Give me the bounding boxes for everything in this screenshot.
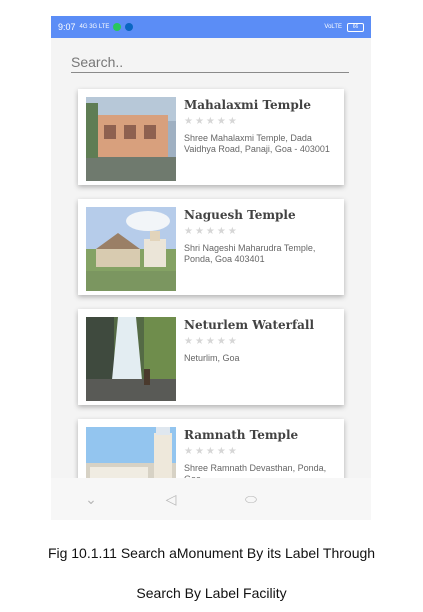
- search-input[interactable]: [71, 54, 349, 73]
- place-address: Neturlim, Goa: [184, 353, 240, 363]
- figure-caption-line-2: Search By Label Facility: [136, 585, 287, 601]
- rating-stars[interactable]: ★★★★★: [184, 336, 338, 347]
- back-icon[interactable]: ◁: [151, 491, 191, 508]
- place-name: Ramnath Temple: [184, 428, 299, 442]
- whatsapp-icon: [113, 23, 122, 31]
- home-icon[interactable]: ⬭: [231, 491, 271, 508]
- search-bar: [71, 54, 349, 73]
- volte-indicator: VoLTE: [324, 24, 342, 30]
- place-card-mahalaxmi[interactable]: Mahalaxmi Temple ★★★★★ Shree Mahalaxmi T…: [78, 89, 344, 185]
- place-address: Shree Mahalaxmi Temple, Dada Vaidhya Roa…: [184, 133, 330, 154]
- system-nav-bar: ⌄ ◁ ⬭: [51, 478, 371, 520]
- place-name: Mahalaxmi Temple: [184, 98, 311, 112]
- phone-screen: 9:07 4G 3G LTE VoLTE 66 Maha: [51, 16, 371, 520]
- figure-caption-line-1: Fig 10.1.11 Search aMonument By its Labe…: [47, 545, 376, 561]
- place-thumbnail: [86, 207, 176, 291]
- place-card-neturlem[interactable]: Neturlem Waterfall ★★★★★ Neturlim, Goa: [78, 309, 344, 405]
- status-time: 9:07: [58, 22, 76, 32]
- place-card-naguesh[interactable]: Naguesh Temple ★★★★★ Shri Nageshi Maharu…: [78, 199, 344, 295]
- place-thumbnail: [86, 317, 176, 401]
- network-indicator: 4G 3G LTE: [79, 24, 110, 30]
- place-name: Naguesh Temple: [184, 208, 296, 222]
- battery-icon: 66: [347, 22, 364, 32]
- rating-stars[interactable]: ★★★★★: [184, 116, 338, 127]
- nav-down-icon[interactable]: ⌄: [71, 491, 111, 508]
- place-name: Neturlem Waterfall: [184, 318, 315, 332]
- rating-stars[interactable]: ★★★★★: [184, 226, 338, 237]
- linkedin-icon: [125, 23, 134, 31]
- rating-stars[interactable]: ★★★★★: [184, 446, 338, 457]
- place-thumbnail: [86, 97, 176, 181]
- status-bar: 9:07 4G 3G LTE VoLTE 66: [51, 16, 371, 38]
- place-address: Shri Nageshi Maharudra Temple, Ponda, Go…: [184, 243, 316, 264]
